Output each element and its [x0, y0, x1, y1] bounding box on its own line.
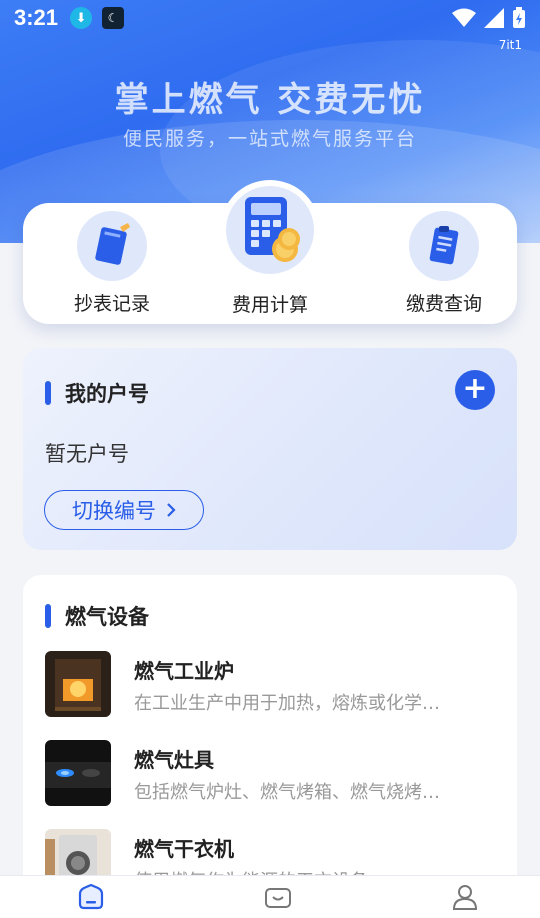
calculator-icon	[226, 186, 314, 274]
user-icon	[452, 885, 478, 910]
banner-slogan: 掌上燃气 交费无忧	[114, 80, 426, 120]
industrial-furnace-image	[45, 651, 111, 717]
switch-account-button[interactable]: 切换编号	[44, 490, 204, 530]
switch-account-label: 切换编号	[72, 499, 156, 523]
meter-record-label: 抄表记录	[73, 293, 150, 315]
fee-calc-button[interactable]	[220, 180, 320, 280]
download-icon: ⬇	[70, 7, 93, 29]
notebook-icon	[77, 211, 147, 281]
banner-subtitle: 便民服务，一站式燃气服务平台	[122, 128, 417, 150]
device-desc: 在工业生产中用于加热，熔炼或化学…	[134, 693, 440, 714]
device-desc: 包括燃气炉灶、燃气烤箱、燃气烧烤…	[134, 782, 440, 803]
meter-record-button[interactable]: 抄表记录	[57, 211, 167, 316]
home-icon	[78, 884, 104, 910]
moon-app-icon: ☾	[102, 7, 125, 29]
devices-title-text: 燃气设备	[65, 605, 149, 629]
device-name: 燃气干衣机	[134, 837, 234, 861]
empty-account-text: 暂无户号	[45, 442, 129, 466]
add-account-button[interactable]: +	[455, 370, 495, 410]
status-time: 3:21	[14, 5, 59, 30]
wifi-icon	[452, 8, 476, 27]
tab-profile[interactable]	[450, 882, 480, 912]
plus-icon: +	[462, 371, 488, 406]
payment-query-label: 缴费查询	[405, 293, 482, 315]
fee-calc-label: 费用计算	[231, 294, 308, 316]
device-item[interactable]: 燃气灶具 包括燃气炉灶、燃气烤箱、燃气烧烤…	[45, 740, 497, 810]
bottom-tab-bar	[0, 875, 540, 918]
document-icon	[409, 211, 479, 281]
devices-title: 燃气设备	[45, 601, 149, 631]
account-title: 我的户号	[45, 378, 149, 408]
account-card: 我的户号 + 暂无户号 切换编号	[23, 348, 517, 550]
gas-stove-image	[45, 740, 111, 806]
tab-payment[interactable]	[263, 882, 293, 912]
device-item[interactable]: 燃气工业炉 在工业生产中用于加热，熔炼或化学…	[45, 651, 497, 721]
gas-devices-card: 燃气设备 燃气工业炉 在工业生产中用于加热，熔炼或化学… 燃气灶具 包括燃气炉灶…	[23, 575, 517, 905]
signal-icon	[484, 8, 504, 28]
title-accent-bar	[45, 604, 51, 628]
carrier-badge: 7it1	[498, 38, 522, 52]
device-name: 燃气工业炉	[134, 659, 234, 683]
status-bar: 3:21 ⬇ ☾	[0, 0, 540, 36]
wallet-icon	[265, 888, 291, 908]
payment-query-button[interactable]: 缴费查询	[389, 211, 499, 316]
device-name: 燃气灶具	[134, 748, 214, 772]
battery-icon	[513, 7, 525, 28]
tab-home[interactable]	[76, 882, 106, 912]
account-title-text: 我的户号	[65, 382, 149, 406]
title-accent-bar	[45, 381, 51, 405]
chevron-right-icon	[167, 503, 176, 517]
